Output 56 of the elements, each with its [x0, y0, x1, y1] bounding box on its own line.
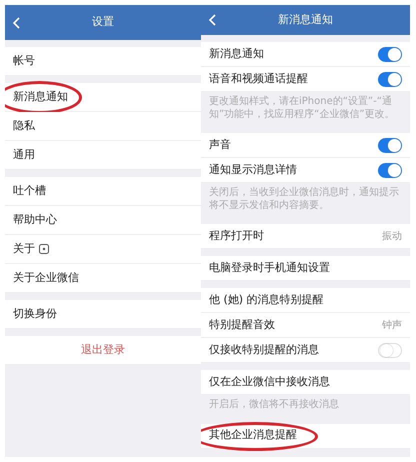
- item-label: 切换身份: [13, 306, 57, 322]
- settings-item[interactable]: 新消息通知: [201, 42, 410, 67]
- toggle-switch[interactable]: [378, 162, 402, 178]
- item-label: 隐私: [13, 118, 35, 134]
- settings-item[interactable]: 新消息通知: [5, 83, 201, 112]
- settings-item[interactable]: 程序打开时 振动: [201, 224, 410, 249]
- item-label: 程序打开时: [209, 228, 264, 244]
- item-label: 通知显示消息详情: [209, 162, 297, 178]
- item-label: 声音: [209, 136, 231, 153]
- settings-item[interactable]: 声音: [201, 133, 410, 158]
- settings-item[interactable]: 语音和视频通话提醒: [201, 67, 410, 92]
- back-icon[interactable]: [13, 16, 20, 28]
- settings-item[interactable]: 仅在企业微信中接收消息: [201, 370, 410, 395]
- toggle-switch[interactable]: [378, 342, 402, 358]
- item-label: 仅在企业微信中接收消息: [209, 374, 330, 390]
- settings-item[interactable]: 特别提醒音效 钟声: [201, 313, 410, 338]
- item-label: 关于: [13, 240, 35, 257]
- item-value: 振动: [382, 230, 402, 244]
- settings-item[interactable]: 帮助中心: [5, 206, 201, 235]
- item-label: 电脑登录时手机通知设置: [209, 260, 330, 276]
- settings-item[interactable]: 仅接收特别提醒的消息: [201, 338, 410, 363]
- item-label: 其他企业消息提醒: [209, 427, 297, 444]
- screen-title: 设置: [92, 14, 114, 30]
- info-icon: [39, 244, 49, 254]
- item-value: 钟声: [382, 318, 402, 332]
- settings-item[interactable]: 他 (她) 的消息特别提醒: [201, 288, 410, 313]
- item-label: 关于企业微信: [13, 270, 79, 286]
- section-note: 更改通知样式，请在iPhone的“设置”-“通知”功能中，找应用程序“企业微信”更改。: [208, 94, 396, 122]
- settings-item[interactable]: 关于: [5, 235, 201, 264]
- logout-button[interactable]: 退出登录: [5, 336, 201, 365]
- toggle-switch[interactable]: [378, 46, 402, 62]
- item-label: 仅接收特别提醒的消息: [209, 342, 319, 358]
- section-note: 开启后，微信将不再接收消息: [208, 398, 340, 412]
- item-label: 语音和视频通话提醒: [209, 70, 308, 87]
- item-label: 新消息通知: [209, 46, 264, 62]
- toggle-switch[interactable]: [378, 138, 402, 152]
- item-label: 通用: [13, 146, 35, 163]
- item-label: 新消息通知: [13, 88, 68, 105]
- settings-item[interactable]: 电脑登录时手机通知设置: [201, 256, 410, 281]
- settings-item[interactable]: 切换身份: [5, 300, 201, 329]
- settings-item[interactable]: 帐号: [5, 47, 201, 76]
- toggle-switch[interactable]: [378, 72, 402, 86]
- back-icon[interactable]: [209, 14, 216, 26]
- settings-item[interactable]: 通用: [5, 141, 201, 170]
- settings-item[interactable]: 其他企业消息提醒: [201, 424, 410, 448]
- item-label: 他 (她) 的消息特别提醒: [209, 292, 324, 308]
- screen-title: 新消息通知: [278, 12, 333, 28]
- item-label: 帐号: [13, 52, 35, 69]
- item-label: 吐个槽: [13, 182, 46, 199]
- section-note: 关闭后，当收到企业微信消息时，通知提示将不显示发信和内容摘要。: [208, 186, 400, 212]
- settings-item[interactable]: 吐个槽: [5, 177, 201, 206]
- settings-item[interactable]: 隐私: [5, 112, 201, 141]
- item-label: 特别提醒音效: [209, 316, 275, 333]
- settings-item[interactable]: 关于企业微信: [5, 264, 201, 293]
- settings-item[interactable]: 通知显示消息详情: [201, 158, 410, 183]
- item-label: 帮助中心: [13, 212, 57, 228]
